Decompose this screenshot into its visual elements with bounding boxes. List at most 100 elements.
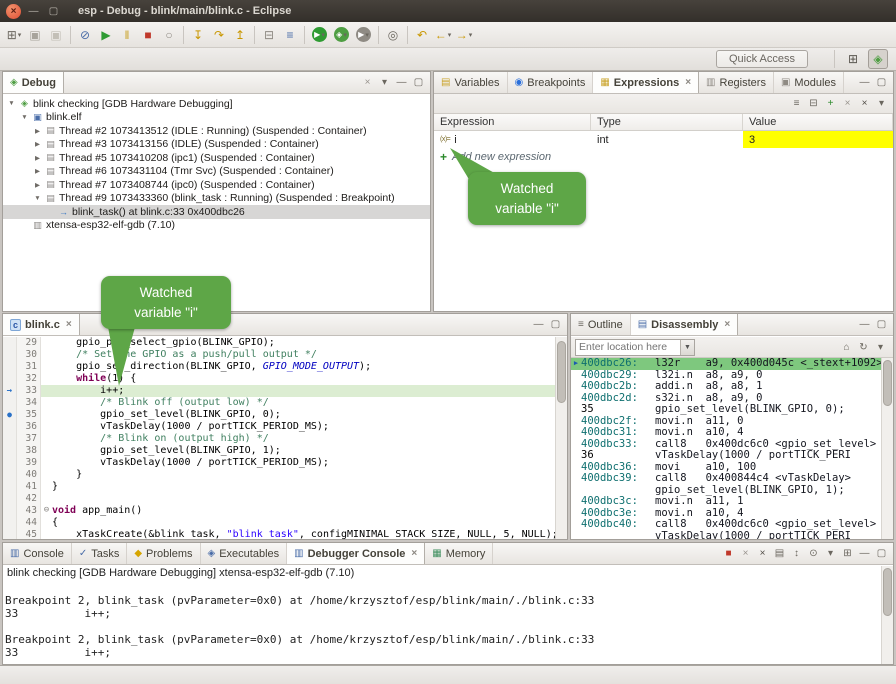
skip-all-breakpoints-icon[interactable]: ⊘ [75, 25, 95, 45]
console-tab-problems[interactable]: ◆Problems [127, 543, 200, 564]
close-icon[interactable]: × [724, 319, 730, 330]
maximize-icon[interactable]: ▢ [410, 74, 427, 91]
fold-collapse-icon[interactable]: ⊖ [41, 505, 52, 517]
editor-line[interactable]: 40 } [3, 469, 555, 481]
expander-right-icon[interactable]: ▶ [33, 127, 42, 135]
suspend-icon[interactable]: ‖ [117, 25, 137, 45]
console-tab-debugger-console[interactable]: ▥Debugger Console× [287, 543, 425, 564]
minimize-icon[interactable]: — [530, 316, 547, 333]
back-icon[interactable]: ←▾ [433, 25, 453, 45]
disassembly-tab-outline[interactable]: ≡Outline [571, 314, 631, 335]
refresh-icon[interactable]: ↻ [855, 339, 872, 356]
expressions-tab-breakpoints[interactable]: ◉Breakpoints [508, 72, 594, 93]
scrollbar-thumb[interactable] [557, 341, 566, 403]
scrollbar-thumb[interactable] [883, 568, 892, 616]
debug-tree-item[interactable]: ▥xtensa-esp32-elf-gdb (7.10) [3, 219, 430, 233]
maximize-icon[interactable]: ▢ [873, 545, 890, 562]
expressions-icon[interactable]: ▦ [600, 77, 609, 88]
expander-right-icon[interactable]: ▶ [33, 167, 42, 175]
drop-to-frame-icon[interactable]: ⊟ [259, 25, 279, 45]
debug-perspective-icon[interactable]: ◈ [868, 49, 888, 69]
editor-line[interactable]: 42 [3, 493, 555, 505]
expressions-tab-expressions[interactable]: ▦Expressions× [593, 72, 699, 93]
outline-icon[interactable]: ≡ [578, 319, 584, 330]
editor-line[interactable]: 34 /* Blink off (output low) */ [3, 397, 555, 409]
executables-icon[interactable]: ◈ [208, 548, 216, 559]
step-over-icon[interactable]: ↷ [209, 25, 229, 45]
terminate-icon[interactable]: ■ [720, 545, 737, 562]
expander-right-icon[interactable]: ▶ [33, 140, 42, 148]
editor-scrollbar[interactable] [555, 337, 567, 539]
expander-right-icon[interactable]: ▶ [33, 181, 42, 189]
registers-icon[interactable]: ▥ [706, 77, 715, 88]
window-maximize-button[interactable]: ▢ [46, 4, 61, 19]
scrollbar-thumb[interactable] [883, 360, 892, 406]
run-icon[interactable]: ▶▾ [312, 27, 327, 42]
resume-icon[interactable]: ▶ [96, 25, 116, 45]
disassembly-line[interactable]: 400dbc40:call8 0x400dc6c0 <gpio_set_leve… [571, 519, 881, 531]
step-return-icon[interactable]: ↥ [230, 25, 250, 45]
expander-right-icon[interactable]: ▶ [33, 154, 42, 162]
close-icon[interactable]: × [685, 77, 691, 88]
expressions-tab-modules[interactable]: ▣Modules [774, 72, 844, 93]
disassembly-icon[interactable]: ▤ [638, 319, 647, 330]
debug-tree-item[interactable]: →blink_task() at blink.c:33 0x400dbc26 [3, 205, 430, 219]
pin-console-icon[interactable]: ⊙ [805, 545, 822, 562]
disassembly-line[interactable]: 400dbc39:call8 0x400844c4 <vTaskDelay> [571, 473, 881, 485]
modules-icon[interactable]: ▣ [781, 77, 790, 88]
console-tab-executables[interactable]: ◈Executables [201, 543, 288, 564]
combo-dropdown-icon[interactable]: ▼ [680, 340, 694, 355]
editor-line[interactable]: 31 gpio_set_direction(BLINK_GPIO, GPIO_M… [3, 361, 555, 373]
tasks-icon[interactable]: ✓ [79, 548, 87, 559]
console-tab-memory[interactable]: ▦Memory [425, 543, 493, 564]
disassembly-line[interactable]: 400dbc2b:addi.n a8, a8, 1 [571, 381, 881, 393]
code-editor[interactable]: 29 gpio_pad_select_gpio(BLINK_GPIO);30 /… [3, 337, 555, 539]
clear-console-icon[interactable]: ▤ [771, 545, 788, 562]
instruction-stepping-icon[interactable]: ≡ [280, 25, 300, 45]
disassembly-scrollbar[interactable] [881, 358, 893, 539]
minimize-icon[interactable]: — [856, 545, 873, 562]
search-icon[interactable]: ◎ [383, 25, 403, 45]
debug-tree-item[interactable]: ▶▤Thread #6 1073431104 (Tmr Svc) (Suspen… [3, 165, 430, 179]
debug-view-menu-icon[interactable]: ▾ [376, 74, 393, 91]
debug-tree-item[interactable]: ▼◈blink checking [GDB Hardware Debugging… [3, 97, 430, 111]
variables-icon[interactable]: ▤ [441, 77, 450, 88]
last-edit-location-icon[interactable]: ↶ [412, 25, 432, 45]
open-perspective-icon[interactable]: ⊞ [843, 49, 863, 69]
console-tab-console[interactable]: ▥Console [3, 543, 72, 564]
add-expression-row[interactable]: + Add new expression [434, 148, 893, 165]
save-all-icon[interactable]: ▣ [46, 25, 66, 45]
debug-tab[interactable]: ◈ Debug [3, 72, 64, 93]
expander-down-icon[interactable]: ▼ [7, 100, 16, 107]
expressions-tab-registers[interactable]: ▥Registers [699, 72, 774, 93]
debug-tree-item[interactable]: ▶▤Thread #2 1073413512 (IDLE : Running) … [3, 124, 430, 138]
save-icon[interactable]: ▣ [25, 25, 45, 45]
console-output[interactable]: Breakpoint 2, blink_task (pvParameter=0x… [3, 581, 881, 664]
minimize-icon[interactable]: — [856, 74, 873, 91]
memory-icon[interactable]: ▦ [432, 548, 441, 559]
console-tab-tasks[interactable]: ✓Tasks [72, 543, 128, 564]
debug-tree-item[interactable]: ▶▤Thread #3 1073413156 (IDLE) (Suspended… [3, 138, 430, 152]
editor-line[interactable]: 44{ [3, 517, 555, 529]
window-close-button[interactable]: × [6, 4, 21, 19]
maximize-icon[interactable]: ▢ [873, 74, 890, 91]
remove-launch-icon[interactable]: × [737, 545, 754, 562]
debugger-console-icon[interactable]: ▥ [294, 548, 303, 559]
minimize-icon[interactable]: — [393, 74, 410, 91]
editor-tab-blink-c[interactable]: c blink.c × [3, 314, 80, 335]
maximize-icon[interactable]: ▢ [873, 316, 890, 333]
debug-tree-item[interactable]: ▶▤Thread #5 1073410208 (ipc1) (Suspended… [3, 151, 430, 165]
column-header-expression[interactable]: Expression [434, 114, 591, 130]
disassembly-listing[interactable]: ▶400dbc26:l32r a9, 0x400d045c <_stext+10… [571, 358, 881, 539]
disconnect-icon[interactable]: ○ [159, 25, 179, 45]
external-tools-icon[interactable]: ▶▾ [356, 27, 371, 42]
editor-line[interactable]: 29 gpio_pad_select_gpio(BLINK_GPIO); [3, 337, 555, 349]
editor-line[interactable]: 39 vTaskDelay(1000 / portTICK_PERIOD_MS)… [3, 457, 555, 469]
problems-icon[interactable]: ◆ [134, 548, 142, 559]
expressions-tab-variables[interactable]: ▤Variables [434, 72, 508, 93]
expression-row[interactable]: (x)=iint3 [434, 131, 893, 148]
location-input[interactable] [576, 341, 680, 353]
editor-line[interactable]: →33 i++; [3, 385, 555, 397]
step-into-icon[interactable]: ↧ [188, 25, 208, 45]
open-console-icon[interactable]: ⊞ [839, 545, 856, 562]
